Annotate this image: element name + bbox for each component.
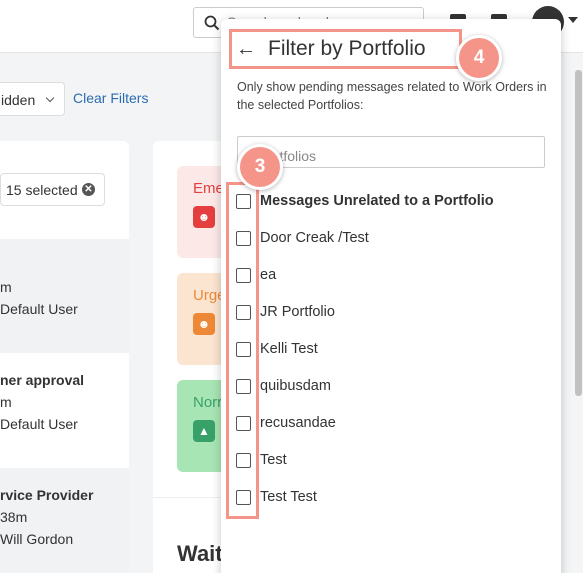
portfolio-option-label: Door Creak /Test: [260, 230, 369, 246]
list-item-title[interactable]: rvice Provider: [0, 487, 129, 503]
portfolio-option[interactable]: Test: [236, 450, 536, 472]
list-item-time: m: [0, 279, 12, 295]
hidden-filter-label: idden: [1, 92, 36, 108]
hidden-filter-dropdown[interactable]: idden: [0, 82, 65, 116]
portfolio-option-label: recusandae: [260, 415, 336, 431]
portfolio-option[interactable]: recusandae: [236, 413, 536, 435]
portfolio-option[interactable]: Kelli Test: [236, 339, 536, 361]
portfolio-option[interactable]: Test Test: [236, 487, 536, 509]
portfolio-option[interactable]: quibusdam: [236, 376, 536, 398]
panel-description: Only show pending messages related to Wo…: [237, 80, 547, 112]
list-item-user: Default User: [0, 301, 78, 317]
emergency-icon: ☻: [193, 206, 215, 228]
list-item-user: Default User: [0, 416, 78, 432]
portfolio-option-label: Test: [260, 452, 287, 468]
clear-filters-link[interactable]: Clear Filters: [73, 90, 148, 106]
list-item-time: m: [0, 394, 12, 410]
priority-label: Eme: [193, 180, 224, 197]
list-item-user: Will Gordon: [0, 531, 74, 547]
portfolio-option[interactable]: Messages Unrelated to a Portfolio: [236, 191, 536, 213]
portfolio-option-label: Messages Unrelated to a Portfolio: [260, 193, 494, 209]
scrollbar-thumb[interactable]: [575, 70, 582, 396]
chevron-down-icon[interactable]: [568, 17, 578, 23]
priority-label: Norr: [193, 394, 223, 411]
search-icon: [204, 15, 220, 31]
portfolio-option[interactable]: Door Creak /Test: [236, 228, 536, 250]
portfolio-option-label: ea: [260, 267, 277, 283]
waiting-heading: Wait: [177, 541, 223, 566]
portfolio-option-label: quibusdam: [260, 378, 331, 394]
annotation-badge-4: 4: [456, 35, 502, 81]
list-item-title[interactable]: ner approval: [0, 372, 129, 388]
portfolio-option[interactable]: JR Portfolio: [236, 302, 536, 324]
list-item-time: 38m: [0, 509, 28, 525]
urgent-icon: ☻: [193, 313, 215, 335]
annotation-highlight-title: [229, 29, 462, 69]
warning-icon: ▲: [193, 420, 215, 442]
selected-count-label: 15 selected: [6, 182, 78, 198]
annotation-badge-3: 3: [237, 144, 283, 190]
portfolio-search-input[interactable]: [237, 136, 545, 168]
portfolio-option[interactable]: ea: [236, 265, 536, 287]
portfolio-option-label: JR Portfolio: [260, 304, 335, 320]
clear-selection-icon[interactable]: ✕: [82, 183, 95, 196]
annotation-highlight-checkboxes: [226, 182, 259, 519]
portfolio-option-label: Kelli Test: [260, 341, 318, 357]
chevron-down-icon: [45, 93, 55, 103]
list-item-band: [0, 239, 129, 353]
selected-filter-chip[interactable]: 15 selected ✕: [0, 173, 105, 206]
portfolio-option-label: Test Test: [260, 489, 317, 505]
